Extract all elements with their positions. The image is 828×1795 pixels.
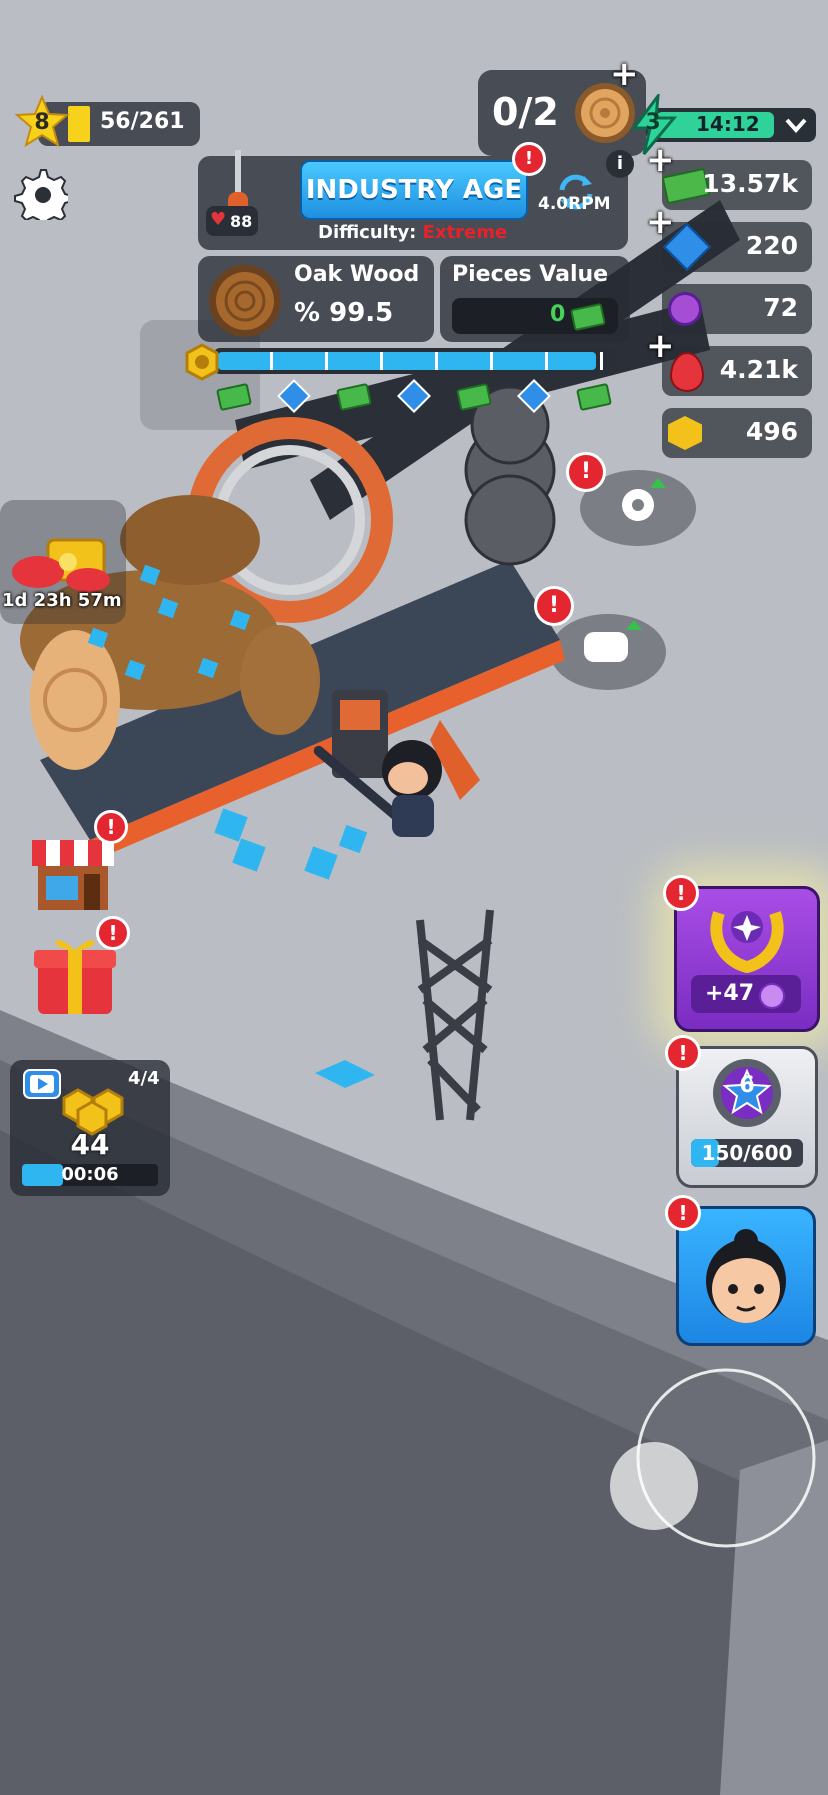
prestige-reward: +47 — [705, 981, 755, 1006]
reward-cash-icon — [576, 382, 612, 412]
heart-icon: ♥ — [210, 209, 227, 230]
player-level-panel[interactable]: 8 56/261 — [14, 94, 200, 148]
ruby-icon — [670, 352, 704, 392]
rpm-value: 4.0RPM — [538, 194, 611, 214]
difficulty-label: Difficulty: — [318, 222, 417, 243]
gift-alert-badge: ! — [96, 916, 130, 950]
laurel-wreath-icon — [710, 911, 784, 973]
reward-icons — [216, 379, 618, 413]
chevron-down-icon[interactable] — [784, 114, 808, 136]
prestige-button[interactable]: +47 ! — [663, 875, 820, 1032]
wood-log-icon — [209, 265, 281, 337]
upgrade-level: 6 — [739, 1073, 755, 1098]
video-reward-panel[interactable]: 4/4 44 00:06 — [10, 1060, 170, 1196]
character-button[interactable]: ! — [665, 1195, 816, 1346]
log-counter: 0/2 — [492, 90, 559, 134]
player-xp: 56/261 — [100, 109, 185, 134]
treasure-offer[interactable]: 1d 23h 57m — [0, 500, 126, 624]
resource-ruby[interactable]: 4.21k + — [646, 326, 812, 396]
add-log-plus-icon[interactable]: + — [610, 54, 639, 94]
wood-percent: % 99.5 — [294, 298, 394, 328]
info-icon: i — [616, 153, 624, 174]
add-gem-plus-icon[interactable]: + — [646, 202, 675, 242]
add-ruby-plus-icon[interactable]: + — [646, 326, 675, 366]
hex-nut-value: 496 — [745, 417, 798, 446]
wood-progress — [182, 342, 622, 413]
industry-title-banner[interactable]: INDUSTRY AGE — [300, 160, 528, 220]
add-cash-plus-icon[interactable]: + — [646, 140, 675, 180]
tool-pad-alert-badge[interactable]: ! — [534, 586, 574, 626]
cash-value: 13.57k — [702, 169, 798, 198]
offer-timer: 1d 23h 57m — [2, 590, 122, 611]
settings-gear-icon[interactable] — [14, 166, 68, 220]
video-reward-amount: 44 — [70, 1128, 110, 1161]
video-reward-timer: 00:06 — [61, 1164, 119, 1185]
wood-panel: Oak Wood % 99.5 — [198, 256, 434, 342]
resource-gem[interactable]: 220 + — [646, 202, 812, 272]
character-avatar-icon — [706, 1229, 786, 1323]
reward-gem-icon — [517, 379, 551, 413]
gear-pad-alert-badge[interactable]: ! — [566, 452, 606, 492]
reward-gem-icon — [277, 379, 311, 413]
reward-gem-icon — [397, 379, 431, 413]
purple-coin-icon — [668, 292, 702, 326]
upgrades-alert-badge: ! — [665, 1035, 701, 1071]
shop-button[interactable]: ! — [16, 810, 128, 922]
health-value: 88 — [230, 212, 253, 231]
purple-coin-icon — [759, 983, 785, 1009]
pieces-value-panel: Pieces Value 0 — [440, 256, 630, 342]
upgrades-button[interactable]: 6 150/600 ! — [665, 1035, 818, 1188]
industry-title: INDUSTRY AGE — [305, 175, 523, 205]
reward-cash-icon — [216, 382, 252, 412]
hex-nut-icon — [185, 343, 219, 381]
industry-panel[interactable]: ♥ 88 INDUSTRY AGE Difficulty: Extreme 4.… — [198, 142, 634, 250]
movement-joystick[interactable] — [636, 1368, 816, 1548]
reward-cash-icon — [336, 382, 372, 412]
gem-value: 220 — [745, 231, 798, 260]
resource-purple-coin[interactable]: 72 — [662, 284, 812, 334]
ruby-value: 4.21k — [719, 355, 798, 384]
shop-alert-badge: ! — [94, 810, 128, 844]
pieces-label: Pieces Value — [452, 262, 609, 287]
energy-timer: 14:12 — [696, 112, 760, 136]
hex-nut-icon — [668, 416, 702, 450]
gift-button[interactable]: ! — [16, 916, 130, 1022]
industry-alert-badge: ! — [512, 142, 546, 176]
wood-name: Oak Wood — [294, 262, 420, 287]
upgrade-progress: 150/600 — [701, 1141, 793, 1165]
resource-cash[interactable]: 13.57k + — [646, 140, 812, 210]
character-alert-badge: ! — [665, 1195, 701, 1231]
prestige-alert-badge: ! — [663, 875, 699, 911]
info-button[interactable]: i — [606, 150, 634, 178]
purple-coin-value: 72 — [763, 293, 798, 322]
energy-count: 3 — [645, 110, 661, 135]
pieces-value: 0 — [550, 302, 566, 327]
resource-hex-nut[interactable]: 496 — [662, 408, 812, 458]
log-counter-panel: 0/2 + — [478, 54, 646, 156]
difficulty-value: Extreme — [422, 222, 508, 243]
player-level: 8 — [34, 110, 50, 135]
treasure-chest-icon — [12, 538, 110, 592]
reward-cash-icon — [456, 382, 492, 412]
